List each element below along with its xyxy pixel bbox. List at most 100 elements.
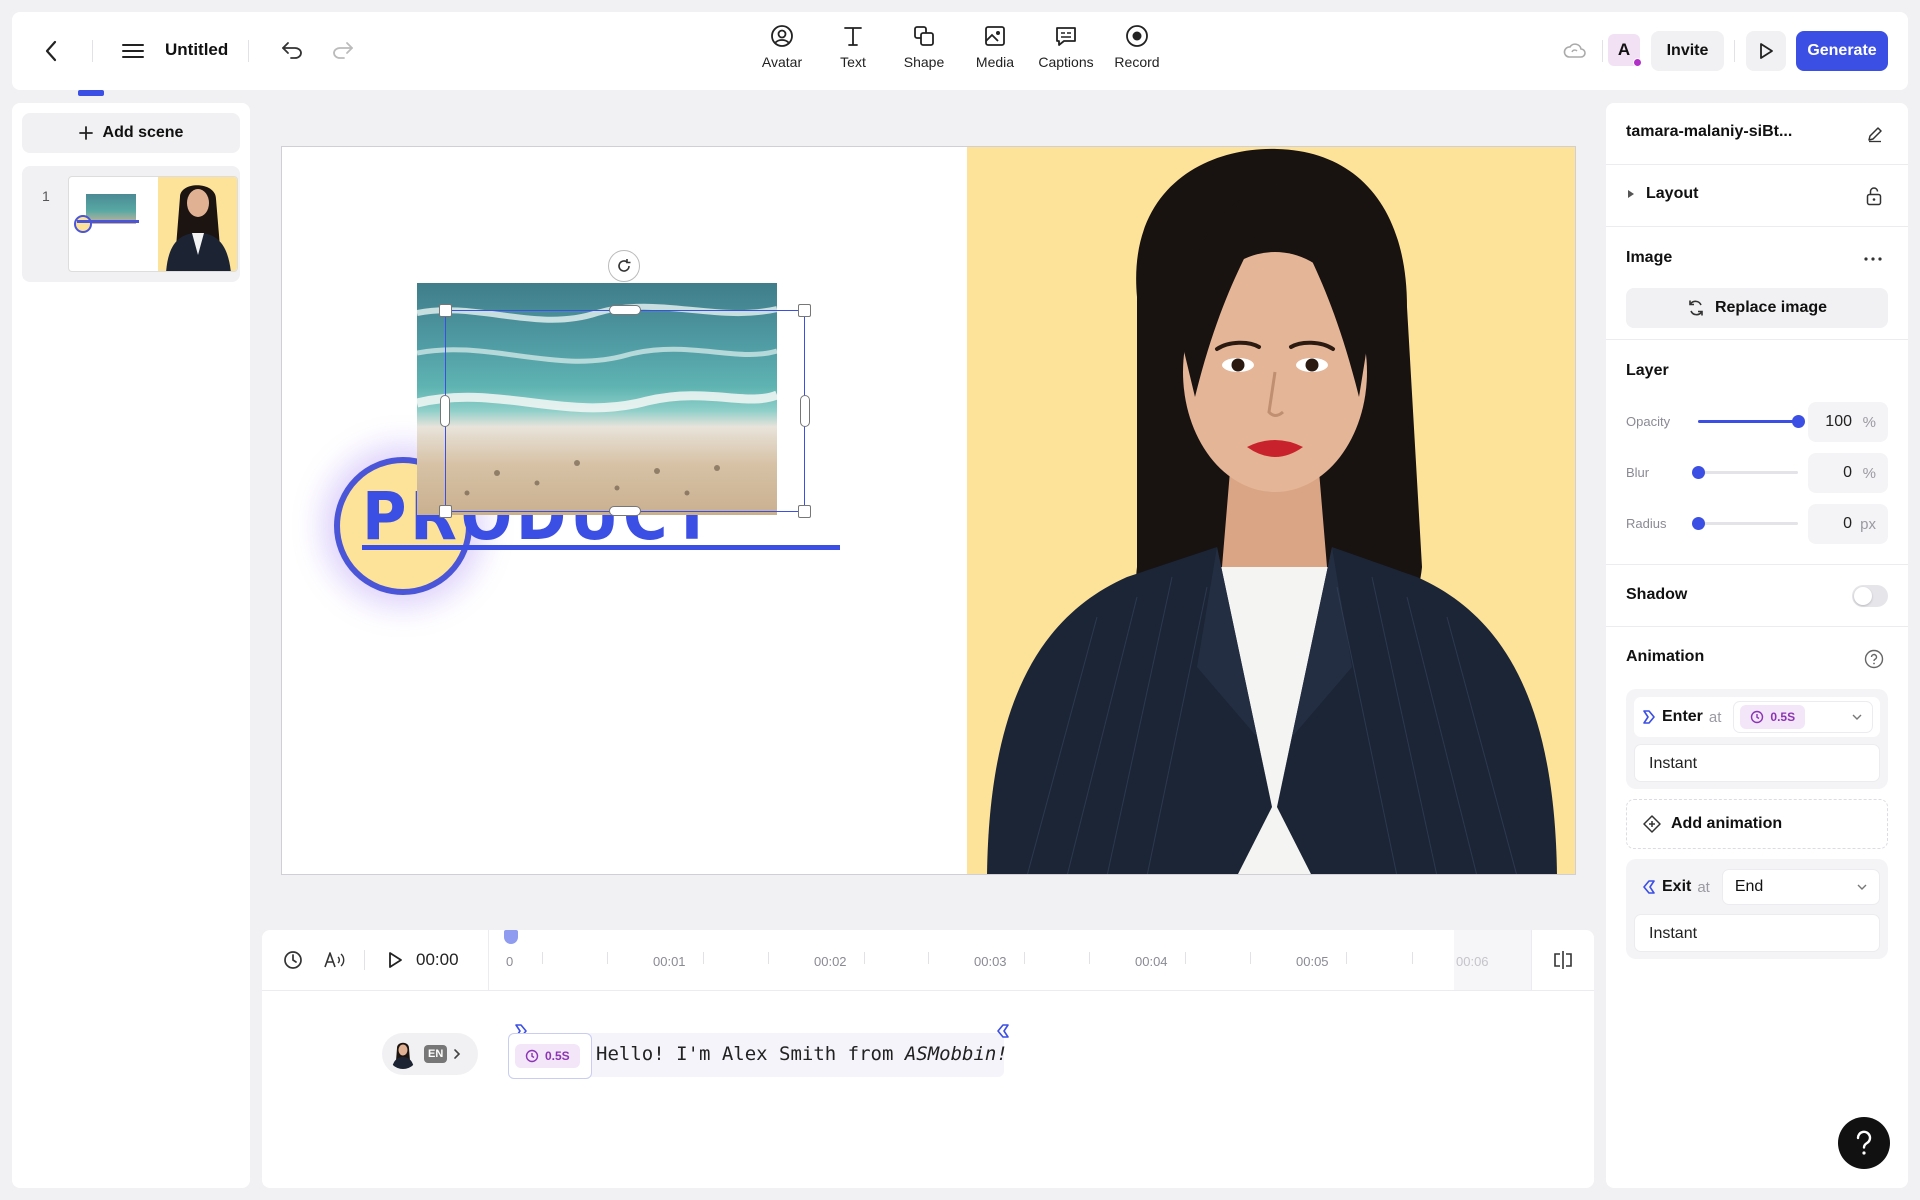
- blur-input[interactable]: 0 %: [1808, 453, 1888, 493]
- animation-help-button[interactable]: [1862, 647, 1886, 671]
- radius-slider-knob[interactable]: [1692, 517, 1705, 530]
- tool-record[interactable]: Record: [1102, 24, 1172, 70]
- avatar-presenter[interactable]: [967, 147, 1575, 874]
- exit-effect-select[interactable]: Instant: [1634, 914, 1880, 952]
- exit-label: Exit: [1662, 878, 1692, 895]
- add-animation-button[interactable]: Add animation: [1626, 799, 1888, 849]
- tool-avatar[interactable]: Avatar: [747, 24, 817, 70]
- divider: [488, 930, 489, 990]
- help-button[interactable]: [1838, 1117, 1890, 1169]
- shadow-toggle-knob: [1854, 587, 1872, 605]
- blur-label: Blur: [1626, 465, 1650, 480]
- tool-media[interactable]: Media: [960, 24, 1030, 70]
- shadow-toggle[interactable]: [1852, 585, 1888, 607]
- blur-slider-knob[interactable]: [1692, 466, 1705, 479]
- tool-text[interactable]: Text: [818, 24, 888, 70]
- rename-button[interactable]: [1862, 121, 1888, 147]
- resize-handle-bottom[interactable]: [609, 506, 641, 516]
- shadow-label: Shadow: [1626, 586, 1688, 603]
- timeline-toggle-button[interactable]: [1550, 948, 1576, 972]
- avatar-voice-chip[interactable]: EN: [382, 1033, 478, 1075]
- play-icon: [1760, 43, 1773, 59]
- radius-input[interactable]: 0 px: [1808, 504, 1888, 544]
- tool-shape-label: Shape: [903, 54, 945, 70]
- separator: [1606, 626, 1908, 627]
- add-scene-label: Add scene: [102, 124, 184, 141]
- redo-button[interactable]: [328, 36, 358, 64]
- scenes-panel: Add scene 1: [12, 103, 250, 1188]
- user-avatar[interactable]: A: [1608, 34, 1642, 67]
- layout-section-toggle[interactable]: Layout: [1626, 185, 1698, 203]
- resize-handle-tl[interactable]: [439, 304, 452, 317]
- image-section-title: Image: [1626, 249, 1673, 266]
- script-plain: Hello! I'm Alex Smith from: [596, 1043, 905, 1065]
- delay-value: 0.5S: [545, 1049, 570, 1063]
- add-scene-button[interactable]: Add scene: [22, 113, 240, 153]
- tick: [1346, 952, 1347, 964]
- enter-label: Enter: [1662, 708, 1703, 725]
- blur-slider[interactable]: [1692, 466, 1798, 479]
- cloud-sync-icon: [1563, 43, 1586, 58]
- resize-handle-right[interactable]: [800, 395, 810, 427]
- opacity-slider[interactable]: [1698, 415, 1805, 428]
- delay-block[interactable]: 0.5S: [508, 1033, 592, 1079]
- lock-button[interactable]: [1862, 184, 1886, 208]
- clock-button[interactable]: [282, 949, 304, 971]
- cloud-sync-button[interactable]: [1562, 38, 1588, 64]
- opacity-unit: %: [1862, 414, 1876, 431]
- top-bar: Untitled Avatar Text Shape Media Caption…: [12, 12, 1908, 90]
- resize-handle-br[interactable]: [798, 505, 811, 518]
- generate-button[interactable]: Generate: [1796, 31, 1888, 71]
- opacity-input[interactable]: 100 %: [1808, 402, 1888, 442]
- preview-button[interactable]: [1746, 31, 1786, 71]
- rotate-handle[interactable]: [608, 250, 640, 282]
- opacity-slider-fill: [1698, 420, 1798, 423]
- project-title[interactable]: Untitled: [165, 40, 228, 60]
- tool-shape[interactable]: Shape: [889, 24, 959, 70]
- logo-fragment: [78, 90, 104, 96]
- voice-button[interactable]: [322, 949, 346, 971]
- back-button[interactable]: [38, 38, 64, 64]
- tick: [1089, 952, 1090, 964]
- exit-row[interactable]: Exit at End: [1634, 867, 1880, 907]
- exit-time-select[interactable]: End: [1721, 869, 1880, 905]
- enter-time-select[interactable]: 0.5S: [1733, 701, 1874, 733]
- tick: [768, 952, 769, 964]
- image-more-button[interactable]: [1860, 249, 1886, 269]
- help-circle-icon: [1864, 649, 1884, 669]
- split-view-icon: [1554, 951, 1572, 969]
- resize-handle-bl[interactable]: [439, 505, 452, 518]
- undo-button[interactable]: [277, 36, 307, 64]
- enter-row[interactable]: Enter at 0.5S: [1634, 697, 1880, 737]
- thumb-avatar: [158, 177, 237, 271]
- tool-captions[interactable]: Captions: [1031, 24, 1101, 70]
- resize-handle-top[interactable]: [609, 305, 641, 315]
- menu-button[interactable]: [120, 38, 146, 64]
- chevron-left-icon: [45, 40, 57, 62]
- playhead[interactable]: [504, 930, 518, 944]
- generate-label: Generate: [1807, 42, 1877, 59]
- tick: [703, 952, 704, 964]
- play-button[interactable]: [384, 949, 406, 971]
- replace-icon: [1689, 300, 1703, 316]
- resize-handle-tr[interactable]: [798, 304, 811, 317]
- enter-effect-select[interactable]: Instant: [1634, 744, 1880, 782]
- exit-at: at: [1697, 878, 1710, 896]
- invite-button[interactable]: Invite: [1651, 31, 1724, 71]
- invite-label: Invite: [1666, 42, 1709, 59]
- replace-image-button[interactable]: Replace image: [1626, 288, 1888, 328]
- tick: [864, 952, 865, 964]
- tick: [542, 952, 543, 964]
- scene-canvas[interactable]: PRODUCT DEMO: [281, 146, 1576, 875]
- tick-label: 00:01: [653, 954, 686, 969]
- scene-card[interactable]: 1: [22, 166, 240, 282]
- opacity-slider-knob[interactable]: [1792, 415, 1805, 428]
- tick-label: 00:06: [1456, 954, 1489, 969]
- delay-pill: 0.5S: [515, 1044, 580, 1068]
- script-text[interactable]: Hello! I'm Alex Smith from ASMobbin!: [596, 1043, 1008, 1065]
- pencil-icon: [1868, 127, 1882, 143]
- radius-slider[interactable]: [1692, 517, 1798, 530]
- resize-handle-left[interactable]: [440, 395, 450, 427]
- exit-marker-icon: [997, 1024, 1009, 1038]
- exit-effect-value: Instant: [1649, 925, 1698, 942]
